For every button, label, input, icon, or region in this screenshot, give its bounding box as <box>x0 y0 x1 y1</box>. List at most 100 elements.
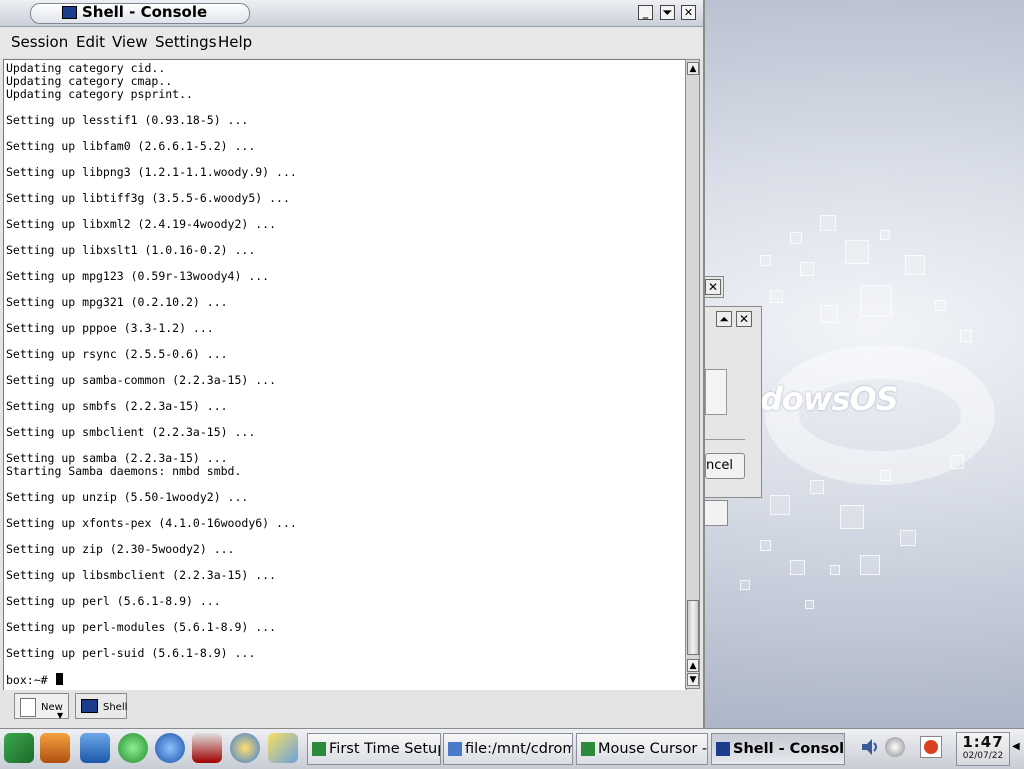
maximize-icon[interactable]: ⏷ <box>660 5 675 20</box>
console-icon <box>81 699 98 713</box>
scroll-up-icon[interactable]: ▲ <box>687 62 699 75</box>
taskbar: First Time Setup file:/mnt/cdrom1 Mouse … <box>0 728 1024 769</box>
console-icon <box>716 742 730 756</box>
mail-icon[interactable] <box>192 733 222 763</box>
office-icon[interactable] <box>268 733 298 763</box>
terminal-line: Setting up perl-modules (5.6.1-8.9) ... <box>6 620 277 634</box>
vertical-scrollbar[interactable]: ▲ ▲ ▼ <box>685 59 700 689</box>
new-session-button[interactable]: New ▼ <box>14 693 69 720</box>
window-title: Shell - Console <box>82 3 208 21</box>
decor-square <box>860 285 892 317</box>
setup-icon <box>312 742 326 756</box>
run-icon[interactable] <box>118 733 148 763</box>
console-icon <box>62 6 77 19</box>
terminal-line: Setting up perl (5.6.1-8.9) ... <box>6 594 221 608</box>
scroll-up-icon[interactable]: ▲ <box>687 659 699 672</box>
decor-square <box>820 305 838 323</box>
terminal-line: Setting up pppoe (3.3-1.2) ... <box>6 321 214 335</box>
terminal-line: Setting up unzip (5.50-1woody2) ... <box>6 490 249 504</box>
taskbar-arrow-icon[interactable]: ◀ <box>1012 741 1020 752</box>
minimize-icon[interactable]: _ <box>638 5 653 20</box>
menu-edit[interactable]: Edit <box>76 33 105 51</box>
decor-square <box>860 555 880 575</box>
background-dialog: ⏶ ✕ ncel <box>704 306 762 498</box>
terminal-line: Updating category psprint.. <box>6 87 193 101</box>
clock[interactable]: 1:47 02/07/22 <box>956 732 1010 766</box>
terminal-line: Setting up libtiff3g (3.5.5-6.woody5) ..… <box>6 191 290 205</box>
terminal-output[interactable]: Updating category cid.. Updating category… <box>3 59 687 691</box>
menu-session[interactable]: Session <box>11 33 68 51</box>
background-window: ✕ <box>704 276 724 298</box>
messenger-icon[interactable] <box>230 733 260 763</box>
close-icon[interactable]: ✕ <box>736 311 752 327</box>
document-icon <box>20 698 36 717</box>
decor-square <box>760 540 771 551</box>
start-menu-icon[interactable] <box>4 733 34 763</box>
chevron-down-icon: ▼ <box>57 711 64 720</box>
menu-bar: Session Edit View Settings Help <box>0 27 703 57</box>
logout-button[interactable] <box>920 736 942 758</box>
terminal-line: Setting up perl-suid (5.6.1-8.9) ... <box>6 646 256 660</box>
decor-square <box>900 530 916 546</box>
session-tab-bar: New ▼ Shell <box>0 690 703 728</box>
shell-tab-label: Shell <box>103 702 128 713</box>
task-label: file:/mnt/cdrom1 <box>465 741 572 757</box>
task-file-manager[interactable]: file:/mnt/cdrom1 <box>443 733 573 765</box>
decor-square <box>830 565 840 575</box>
task-first-time-setup[interactable]: First Time Setup <box>307 733 441 765</box>
cancel-button[interactable]: ncel <box>705 453 745 479</box>
task-mouse-cursor[interactable]: Mouse Cursor - <box>576 733 708 765</box>
close-icon[interactable]: ✕ <box>705 279 721 295</box>
power-icon <box>924 740 938 754</box>
folder-icon <box>448 742 462 756</box>
os-logo-text: dowsOS <box>760 380 899 418</box>
decor-square <box>740 580 750 590</box>
decor-square <box>935 300 946 311</box>
decor-square <box>905 255 925 275</box>
terminal-line: Setting up libfam0 (2.6.6.1-5.2) ... <box>6 139 256 153</box>
volume-icon[interactable] <box>860 737 880 757</box>
decor-square <box>820 215 836 231</box>
decor-square <box>770 495 790 515</box>
decor-square <box>800 262 814 276</box>
tab-shell[interactable]: Shell <box>75 693 127 719</box>
terminal-line: Setting up libsmbclient (2.2.3a-15) ... <box>6 568 277 582</box>
task-label: Mouse Cursor - <box>598 741 708 757</box>
terminal-line: Starting Samba daemons: nmbd smbd. <box>6 464 242 478</box>
task-label: Shell - Console <box>733 741 845 757</box>
clock-time: 1:47 <box>962 733 1004 751</box>
menu-view[interactable]: View <box>112 33 148 51</box>
maximize-icon[interactable]: ⏶ <box>716 311 732 327</box>
title-bar[interactable]: Shell - Console _ ⏷ ✕ <box>0 0 703 27</box>
terminal-line: Setting up libxslt1 (1.0.16-0.2) ... <box>6 243 256 257</box>
home-folder-icon[interactable] <box>40 733 70 763</box>
scroll-thumb[interactable] <box>687 600 699 655</box>
task-label: First Time Setup <box>329 741 441 757</box>
cancel-button-label: ncel <box>706 458 733 473</box>
background-window-fragment <box>704 500 728 526</box>
terminal-line: Setting up smbclient (2.2.3a-15) ... <box>6 425 256 439</box>
file-manager-icon[interactable] <box>80 733 110 763</box>
terminal-line: Setting up lesstif1 (0.93.18-5) ... <box>6 113 249 127</box>
dialog-field <box>705 369 727 415</box>
clock-date: 02/07/22 <box>962 751 1004 761</box>
web-browser-icon[interactable] <box>155 733 185 763</box>
scroll-down-icon[interactable]: ▼ <box>687 673 699 686</box>
mouse-icon <box>581 742 595 756</box>
task-shell-console[interactable]: Shell - Console <box>711 733 845 765</box>
terminal-line: Setting up mpg123 (0.59r-13woody4) ... <box>6 269 270 283</box>
decor-square <box>810 480 824 494</box>
menu-help[interactable]: Help <box>218 33 252 51</box>
divider <box>705 439 745 440</box>
decor-square <box>880 230 890 240</box>
terminal-line: Setting up samba-common (2.2.3a-15) ... <box>6 373 277 387</box>
terminal-line: Setting up mpg321 (0.2.10.2) ... <box>6 295 228 309</box>
terminal-line: Setting up rsync (2.5.5-0.6) ... <box>6 347 228 361</box>
decor-square <box>845 240 869 264</box>
close-icon[interactable]: ✕ <box>681 5 696 20</box>
decor-square <box>805 600 814 609</box>
network-icon[interactable] <box>885 737 905 757</box>
terminal-line: Setting up libpng3 (1.2.1-1.1.woody.9) .… <box>6 165 297 179</box>
menu-settings[interactable]: Settings <box>155 33 217 51</box>
terminal-prompt[interactable]: box:~# <box>6 673 64 687</box>
